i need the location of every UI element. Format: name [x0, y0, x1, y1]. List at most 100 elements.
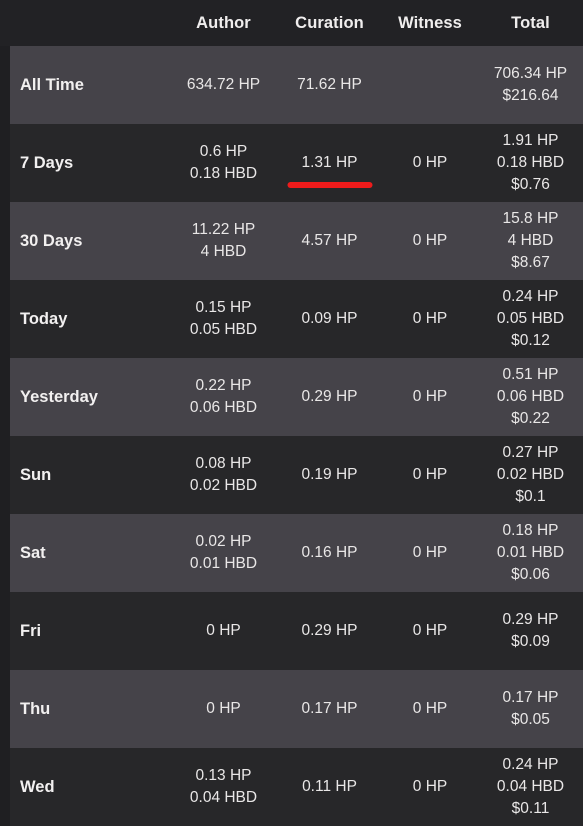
cell-value: 0 HP	[412, 232, 448, 249]
table-row[interactable]: All Time 634.72 HP 71.62 HP 706.34 HP $216.6…	[10, 46, 583, 124]
table-row[interactable]: Fri 0 HP 0.29 HP 0 HP 0.29 HP $0.09	[10, 592, 583, 670]
cell-curation: 0.29 HP	[277, 386, 382, 408]
row-label-all-time: All Time	[20, 75, 84, 94]
cell-value: 0 HP	[412, 622, 448, 639]
cell-value: 0 HP	[412, 388, 448, 405]
red-underline-annotation	[287, 182, 372, 188]
row-label-thu: Thu	[20, 699, 51, 718]
cell-value: $216.64	[502, 87, 559, 104]
cell-curation: 0.19 HP	[277, 464, 382, 486]
row-label-wed: Wed	[20, 777, 55, 796]
table-row[interactable]: Today 0.15 HP 0.05 HBD 0.09 HP 0 HP 0.24 HP 0.…	[10, 280, 583, 358]
row-label-7-days: 7 Days	[20, 153, 74, 172]
cell-value: 1.31 HP	[301, 154, 358, 171]
cell-witness: 0 HP	[382, 698, 478, 720]
row-label-sat: Sat	[20, 543, 46, 562]
cell-value: 0.22 HP	[195, 377, 252, 394]
rewards-summary-panel: Author Curation Witness Total All Time 63…	[0, 0, 583, 826]
cell-value: 4 HBD	[507, 232, 554, 249]
cell-value: 0.18 HBD	[189, 165, 258, 182]
cell-author: 0.15 HP 0.05 HBD	[170, 297, 277, 341]
table-row[interactable]: 30 Days 11.22 HP 4 HBD 4.57 HP 0 HP 15.8 HP 4 …	[10, 202, 583, 280]
cell-value: $0.12	[511, 332, 550, 349]
cell-value: 634.72 HP	[186, 76, 261, 93]
cell-value: 0 HP	[412, 544, 448, 561]
cell-witness: 0 HP	[382, 308, 478, 330]
cell-value: 0.06 HBD	[189, 399, 258, 416]
cell-value: 0.09 HP	[301, 310, 358, 327]
cell-value: 0 HP	[412, 310, 448, 327]
cell-value: 0.04 HBD	[189, 789, 258, 806]
column-header-witness: Witness	[398, 13, 462, 32]
row-label-sun: Sun	[20, 465, 52, 484]
cell-value: 0.15 HP	[195, 299, 252, 316]
row-label-30-days: 30 Days	[20, 231, 83, 250]
cell-value: 0.29 HP	[502, 611, 559, 628]
cell-curation: 0.17 HP	[277, 698, 382, 720]
cell-author: 0.22 HP 0.06 HBD	[170, 375, 277, 419]
cell-witness: 0 HP	[382, 152, 478, 174]
cell-value: 0.24 HP	[502, 288, 559, 305]
cell-value: $0.1	[515, 488, 546, 505]
cell-author: 0.08 HP 0.02 HBD	[170, 453, 277, 497]
cell-value: $0.76	[511, 176, 550, 193]
cell-value: 0 HP	[206, 700, 241, 717]
cell-curation: 1.31 HP	[277, 152, 382, 188]
table-row[interactable]: Thu 0 HP 0.17 HP 0 HP 0.17 HP $0.05	[10, 670, 583, 748]
cell-value: 0 HP	[206, 622, 241, 639]
cell-value: 71.62 HP	[297, 76, 362, 93]
cell-value: 0.02 HP	[195, 533, 252, 550]
cell-value: 1.91 HP	[502, 132, 559, 149]
cell-value: 0 HP	[412, 778, 448, 795]
cell-value: 0 HP	[412, 700, 448, 717]
cell-author: 0.13 HP 0.04 HBD	[170, 765, 277, 809]
table-header-row: Author Curation Witness Total	[0, 0, 583, 46]
cell-curation: 0.29 HP	[277, 620, 382, 642]
cell-author: 634.72 HP	[170, 74, 277, 96]
table-row[interactable]: Wed 0.13 HP 0.04 HBD 0.11 HP 0 HP 0.24 HP 0.04…	[10, 748, 583, 826]
cell-value: $0.09	[511, 633, 550, 650]
cell-witness: 0 HP	[382, 386, 478, 408]
cell-author: 0 HP	[170, 698, 277, 720]
table-row[interactable]: Yesterday 0.22 HP 0.06 HBD 0.29 HP 0 HP 0.51 …	[10, 358, 583, 436]
cell-value: 0.01 HBD	[189, 555, 258, 572]
cell-value: 0.16 HP	[301, 544, 358, 561]
cell-total: 0.18 HP 0.01 HBD $0.06	[478, 520, 583, 586]
cell-value: 0.19 HP	[301, 466, 358, 483]
cell-value: 0 HP	[412, 466, 448, 483]
cell-value: 0.27 HP	[502, 444, 559, 461]
cell-value: 0.05 HBD	[189, 321, 258, 338]
cell-total: 0.29 HP $0.09	[478, 609, 583, 653]
row-label-today: Today	[20, 309, 68, 328]
column-header-author: Author	[196, 13, 251, 32]
cell-author: 0 HP	[170, 620, 277, 642]
cell-value: 0.06 HBD	[496, 388, 565, 405]
cell-author: 0.6 HP 0.18 HBD	[170, 141, 277, 185]
cell-value: 4.57 HP	[301, 232, 358, 249]
column-header-total: Total	[511, 13, 550, 32]
cell-value: $0.11	[511, 800, 550, 817]
cell-value: 0.13 HP	[195, 767, 252, 784]
cell-value: 0.08 HP	[195, 455, 252, 472]
cell-total: 1.91 HP 0.18 HBD $0.76	[478, 130, 583, 196]
cell-value: 0.02 HBD	[189, 477, 258, 494]
cell-value: $0.06	[511, 566, 550, 583]
cell-value: 0.11 HP	[302, 778, 357, 795]
cell-value: 0.02 HBD	[496, 466, 565, 483]
cell-value: 0.6 HP	[199, 143, 248, 160]
cell-value: 0.51 HP	[502, 366, 559, 383]
table-row[interactable]: Sun 0.08 HP 0.02 HBD 0.19 HP 0 HP 0.27 HP 0.02…	[10, 436, 583, 514]
cell-value: 0.05 HBD	[496, 310, 565, 327]
table-row[interactable]: Sat 0.02 HP 0.01 HBD 0.16 HP 0 HP 0.18 HP 0.01…	[10, 514, 583, 592]
table-row[interactable]: 7 Days 0.6 HP 0.18 HBD 1.31 HP 0 HP 1.91 HP 0.…	[10, 124, 583, 202]
cell-author: 0.02 HP 0.01 HBD	[170, 531, 277, 575]
cell-witness: 0 HP	[382, 230, 478, 252]
row-label-yesterday: Yesterday	[20, 387, 98, 406]
cell-value: 706.34 HP	[493, 65, 568, 82]
cell-author: 11.22 HP 4 HBD	[170, 219, 277, 263]
cell-value: 15.8 HP	[502, 210, 559, 227]
cell-total: 0.51 HP 0.06 HBD $0.22	[478, 364, 583, 430]
column-header-curation: Curation	[295, 13, 364, 32]
cell-value: 4 HBD	[200, 243, 247, 260]
cell-value: 0.17 HP	[502, 689, 559, 706]
